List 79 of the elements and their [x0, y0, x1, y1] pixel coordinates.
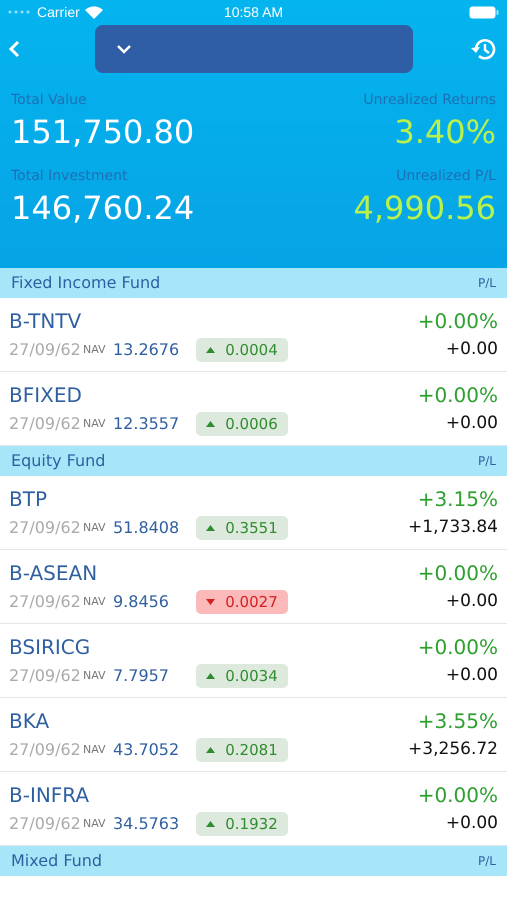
summary-label: Unrealized Returns: [363, 91, 496, 110]
signal-icon: [8, 10, 32, 14]
profit-loss: +0.00: [446, 590, 498, 614]
profit-loss: +0.00: [446, 664, 498, 688]
fund-name[interactable]: BKA: [9, 708, 50, 734]
percent-change: +0.00%: [418, 308, 498, 334]
section-title: Fixed Income Fund: [11, 272, 160, 294]
up-triangle-icon: [206, 673, 216, 679]
percent-change: +0.00%: [418, 782, 498, 808]
nav-label: NAV: [83, 342, 107, 358]
nav-change-badge: 0.1932: [196, 812, 288, 836]
nav-change-badge: 0.2081: [196, 738, 288, 762]
nav-change-badge: 0.0006: [196, 412, 288, 436]
battery-icon: [469, 6, 499, 18]
column-label: P/L: [478, 853, 496, 870]
nav-label: NAV: [83, 668, 107, 684]
percent-change: +3.55%: [418, 708, 498, 734]
nav-value: 12.3557: [113, 413, 180, 435]
percent-change: +3.15%: [418, 486, 498, 512]
profit-loss: +0.00: [446, 338, 498, 362]
nav-change-badge: 0.3551: [196, 516, 288, 540]
down-triangle-icon: [206, 599, 216, 605]
summary-value: 4,990.56: [354, 188, 496, 229]
percent-change: +0.00%: [418, 560, 498, 586]
section-title: Mixed Fund: [11, 850, 102, 872]
nav-date: 27/09/62: [9, 591, 82, 613]
nav-value: 51.8408: [113, 517, 180, 539]
summary-value: 3.40%: [394, 112, 496, 153]
fund-name[interactable]: BTP: [9, 486, 47, 512]
fund-name[interactable]: B-INFRA: [9, 782, 90, 808]
profit-loss: +0.00: [446, 412, 498, 436]
nav-value: 13.2676: [113, 339, 180, 361]
up-triangle-icon: [206, 525, 216, 531]
column-label: P/L: [478, 275, 496, 292]
nav-date: 27/09/62: [9, 413, 82, 435]
history-button[interactable]: [469, 36, 497, 62]
fund-name[interactable]: B-ASEAN: [9, 560, 98, 586]
fund-name[interactable]: BFIXED: [9, 382, 82, 408]
up-triangle-icon: [206, 747, 216, 753]
nav-date: 27/09/62: [9, 339, 82, 361]
nav-label: NAV: [83, 816, 107, 832]
up-triangle-icon: [206, 821, 216, 827]
nav-date: 27/09/62: [9, 665, 82, 687]
nav-change-badge: 0.0027: [196, 590, 288, 614]
chevron-down-icon: [117, 44, 131, 54]
section-title: Equity Fund: [11, 450, 106, 472]
nav-date: 27/09/62: [9, 517, 82, 539]
summary-label: Unrealized P/L: [396, 167, 496, 186]
up-triangle-icon: [206, 421, 216, 427]
nav-label: NAV: [83, 520, 107, 536]
profit-loss: +1,733.84: [408, 516, 498, 540]
percent-change: +0.00%: [418, 634, 498, 660]
nav-value: 43.7052: [113, 739, 180, 761]
nav-value: 7.7957: [113, 665, 170, 687]
fund-name[interactable]: BSIRICG: [9, 634, 90, 660]
summary-value: 146,760.24: [11, 188, 194, 229]
nav-date: 27/09/62: [9, 813, 82, 835]
up-triangle-icon: [206, 347, 216, 353]
profit-loss: +3,256.72: [408, 738, 498, 762]
nav-value: 34.5763: [113, 813, 180, 835]
percent-change: +0.00%: [418, 382, 498, 408]
column-label: P/L: [478, 453, 496, 470]
summary-label: Total Investment: [11, 167, 128, 186]
nav-label: NAV: [83, 742, 107, 758]
nav-change-badge: 0.0034: [196, 664, 288, 688]
nav-date: 27/09/62: [9, 739, 82, 761]
fund-name[interactable]: B-TNTV: [9, 308, 82, 334]
back-icon: [8, 40, 20, 58]
summary-label: Total Value: [11, 91, 87, 110]
nav-change-badge: 0.0004: [196, 338, 288, 362]
carrier-name: Carrier: [37, 2, 80, 22]
profit-loss: +0.00: [446, 812, 498, 836]
history-icon: [469, 36, 497, 62]
nav-label: NAV: [83, 416, 107, 432]
nav-label: NAV: [83, 594, 107, 610]
summary-value: 151,750.80: [11, 112, 194, 153]
status-time: 10:58 AM: [222, 2, 284, 22]
nav-value: 9.8456: [113, 591, 170, 613]
wifi-icon: [84, 6, 103, 18]
